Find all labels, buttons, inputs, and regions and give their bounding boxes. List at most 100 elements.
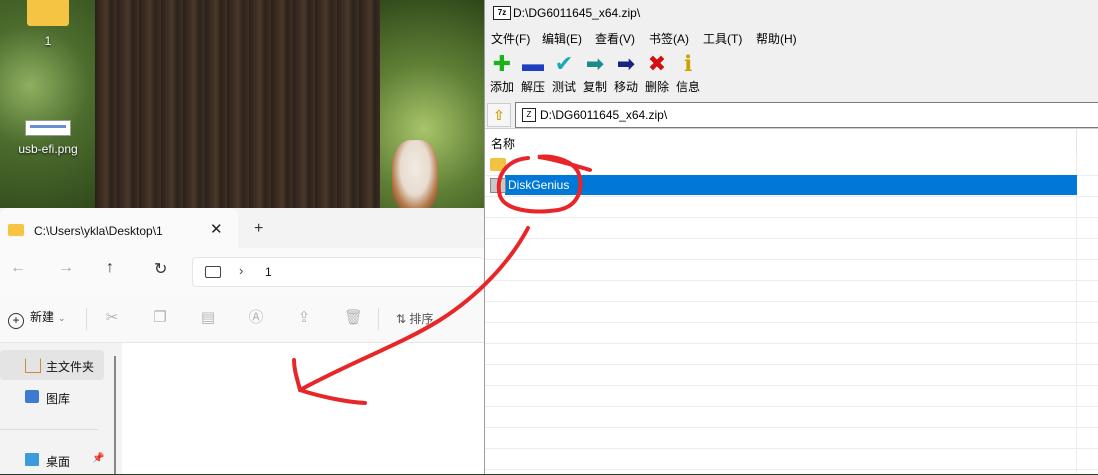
desktop-icon-folder-1[interactable]: 1	[18, 0, 78, 48]
refresh-icon[interactable]: ↻	[154, 259, 167, 279]
divider	[378, 308, 379, 330]
toolbar-button-label: 删除	[644, 80, 669, 94]
address-row: ⇧ Z D:\DG6011645_x64.zip\	[485, 100, 1098, 129]
delete-icon: ✖	[647, 51, 667, 76]
extract-icon: ▬	[522, 51, 544, 76]
new-tab-button[interactable]: +	[254, 220, 263, 238]
toolbar-button-copy[interactable]: ➡ 复制	[580, 52, 610, 95]
column-separator[interactable]	[1076, 129, 1077, 155]
sidebar-item-gallery[interactable]: 图库	[0, 382, 104, 412]
share-icon[interactable]: ⇪	[296, 310, 312, 326]
toolbar-button-test[interactable]: ✔ 测试	[549, 52, 579, 95]
list-header: 名称	[485, 129, 1098, 156]
folder-icon	[490, 178, 506, 193]
toolbar: ✚ 添加 ▬ 解压 ✔ 测试 ➡ 复制 ➡ 移动 ✖ 删除 ℹ 信息	[485, 48, 1098, 100]
toolbar-button-label: 解压	[520, 80, 545, 94]
toolbar-button-info[interactable]: ℹ 信息	[673, 52, 703, 95]
sort-button[interactable]: ⇅ 排序	[396, 310, 433, 327]
menu-help[interactable]: 帮助(H)	[756, 30, 797, 47]
explorer-tab[interactable]: C:\Users\ykla\Desktop\1 ✕	[0, 208, 238, 248]
toolbar-button-add[interactable]: ✚ 添加	[487, 52, 517, 95]
close-tab-icon[interactable]: ✕	[210, 220, 223, 238]
file-explorer-window: C:\Users\ykla\Desktop\1 ✕ + ← → ↑ ↻ › 1 …	[0, 208, 484, 474]
up-folder-icon[interactable]: ⇧	[487, 103, 511, 127]
address-bar[interactable]: › 1	[192, 257, 483, 287]
plus-circle-icon: +	[8, 313, 24, 329]
sidebar-divider	[0, 429, 98, 430]
gallery-icon	[25, 390, 39, 403]
toolbar-button-label: 复制	[582, 80, 607, 94]
toolbar-button-label: 测试	[551, 80, 576, 94]
toolbar-button-delete[interactable]: ✖ 删除	[642, 52, 672, 95]
path-text: D:\DG6011645_x64.zip\	[540, 108, 668, 122]
forward-arrow-icon[interactable]: →	[58, 259, 74, 277]
archive-icon: Z	[522, 108, 536, 122]
wallpaper-cat	[392, 140, 438, 210]
column-header-name[interactable]: 名称	[491, 135, 515, 152]
menu-file[interactable]: 文件(F)	[491, 30, 530, 47]
move-icon: ➡	[616, 51, 636, 76]
list-item-label: DiskGenius	[508, 178, 570, 192]
folder-icon	[27, 0, 69, 26]
path-field[interactable]: Z D:\DG6011645_x64.zip\	[515, 102, 1098, 128]
explorer-command-bar: + 新建 ⌄ ✂ ❐ ▤ Ⓐ ⇪ 🗑 ⇅ 排序	[0, 294, 484, 343]
breadcrumb-separator: ›	[239, 263, 244, 278]
divider	[86, 308, 87, 330]
list-item-parent-folder[interactable]	[485, 155, 1098, 175]
new-button-label: 新建	[30, 310, 55, 324]
folder-icon	[490, 158, 506, 171]
info-icon: ℹ	[683, 51, 693, 76]
desktop-icon-usb-efi[interactable]: usb-efi.png	[8, 118, 88, 156]
up-arrow-icon[interactable]: ↑	[106, 259, 114, 277]
delete-icon[interactable]: 🗑	[344, 310, 363, 326]
menu-edit[interactable]: 编辑(E)	[542, 30, 582, 47]
folder-icon	[8, 224, 24, 236]
computer-icon	[205, 266, 221, 278]
menu-tools[interactable]: 工具(T)	[703, 30, 742, 47]
desktop-icon-label: 1	[44, 34, 52, 48]
toolbar-button-label: 添加	[489, 80, 514, 94]
sidebar-scrollbar[interactable]	[114, 356, 116, 474]
wallpaper-tree-trunk	[95, 0, 385, 215]
sort-label: 排序	[409, 312, 434, 326]
back-arrow-icon[interactable]: ←	[10, 259, 26, 277]
toolbar-button-move[interactable]: ➡ 移动	[611, 52, 641, 95]
desktop-icon-label: usb-efi.png	[18, 142, 78, 156]
sidebar-item-label: 桌面	[46, 455, 71, 469]
add-icon: ✚	[492, 51, 512, 76]
7zip-title-bar: 7z D:\DG6011645_x64.zip\	[485, 0, 1098, 26]
explorer-file-area[interactable]	[122, 343, 484, 474]
desktop-icon	[25, 453, 39, 466]
pin-icon: 📌	[92, 453, 105, 464]
file-list[interactable]	[485, 155, 1098, 474]
sort-icon: ⇅	[396, 312, 410, 326]
selection-highlight	[505, 175, 1077, 195]
new-button[interactable]: + 新建 ⌄	[8, 308, 66, 329]
menu-bar: 文件(F) 编辑(E) 查看(V) 书签(A) 工具(T) 帮助(H)	[485, 26, 1098, 48]
chevron-down-icon: ⌄	[58, 313, 66, 323]
rename-icon[interactable]: Ⓐ	[248, 310, 264, 326]
image-file-icon	[25, 120, 71, 136]
copy-icon[interactable]: ❐	[152, 310, 168, 326]
7zip-window: 7z D:\DG6011645_x64.zip\ 文件(F) 编辑(E) 查看(…	[484, 0, 1098, 474]
paste-icon[interactable]: ▤	[200, 310, 216, 326]
sidebar-item-home[interactable]: 主文件夹	[0, 350, 104, 380]
toolbar-button-label: 信息	[675, 80, 700, 94]
explorer-nav-bar: ← → ↑ ↻ › 1	[0, 248, 484, 294]
sidebar-item-desktop[interactable]: 桌面 📌	[0, 445, 104, 475]
menu-bookmarks[interactable]: 书签(A)	[649, 30, 689, 47]
breadcrumb-item[interactable]: 1	[265, 265, 272, 279]
test-icon: ✔	[554, 51, 574, 76]
toolbar-button-label: 移动	[613, 80, 638, 94]
7zip-logo-icon: 7z	[493, 6, 511, 20]
copy-icon: ➡	[585, 51, 605, 76]
toolbar-button-extract[interactable]: ▬ 解压	[518, 52, 548, 95]
column-gridline	[1076, 155, 1077, 474]
list-item-diskgenius[interactable]: DiskGenius	[485, 175, 1098, 195]
explorer-tab-title: C:\Users\ykla\Desktop\1	[34, 224, 163, 238]
menu-view[interactable]: 查看(V)	[595, 30, 635, 47]
sidebar-item-label: 图库	[46, 392, 71, 406]
cut-icon[interactable]: ✂	[104, 310, 120, 326]
window-title: D:\DG6011645_x64.zip\	[513, 6, 641, 20]
home-icon	[25, 358, 41, 373]
